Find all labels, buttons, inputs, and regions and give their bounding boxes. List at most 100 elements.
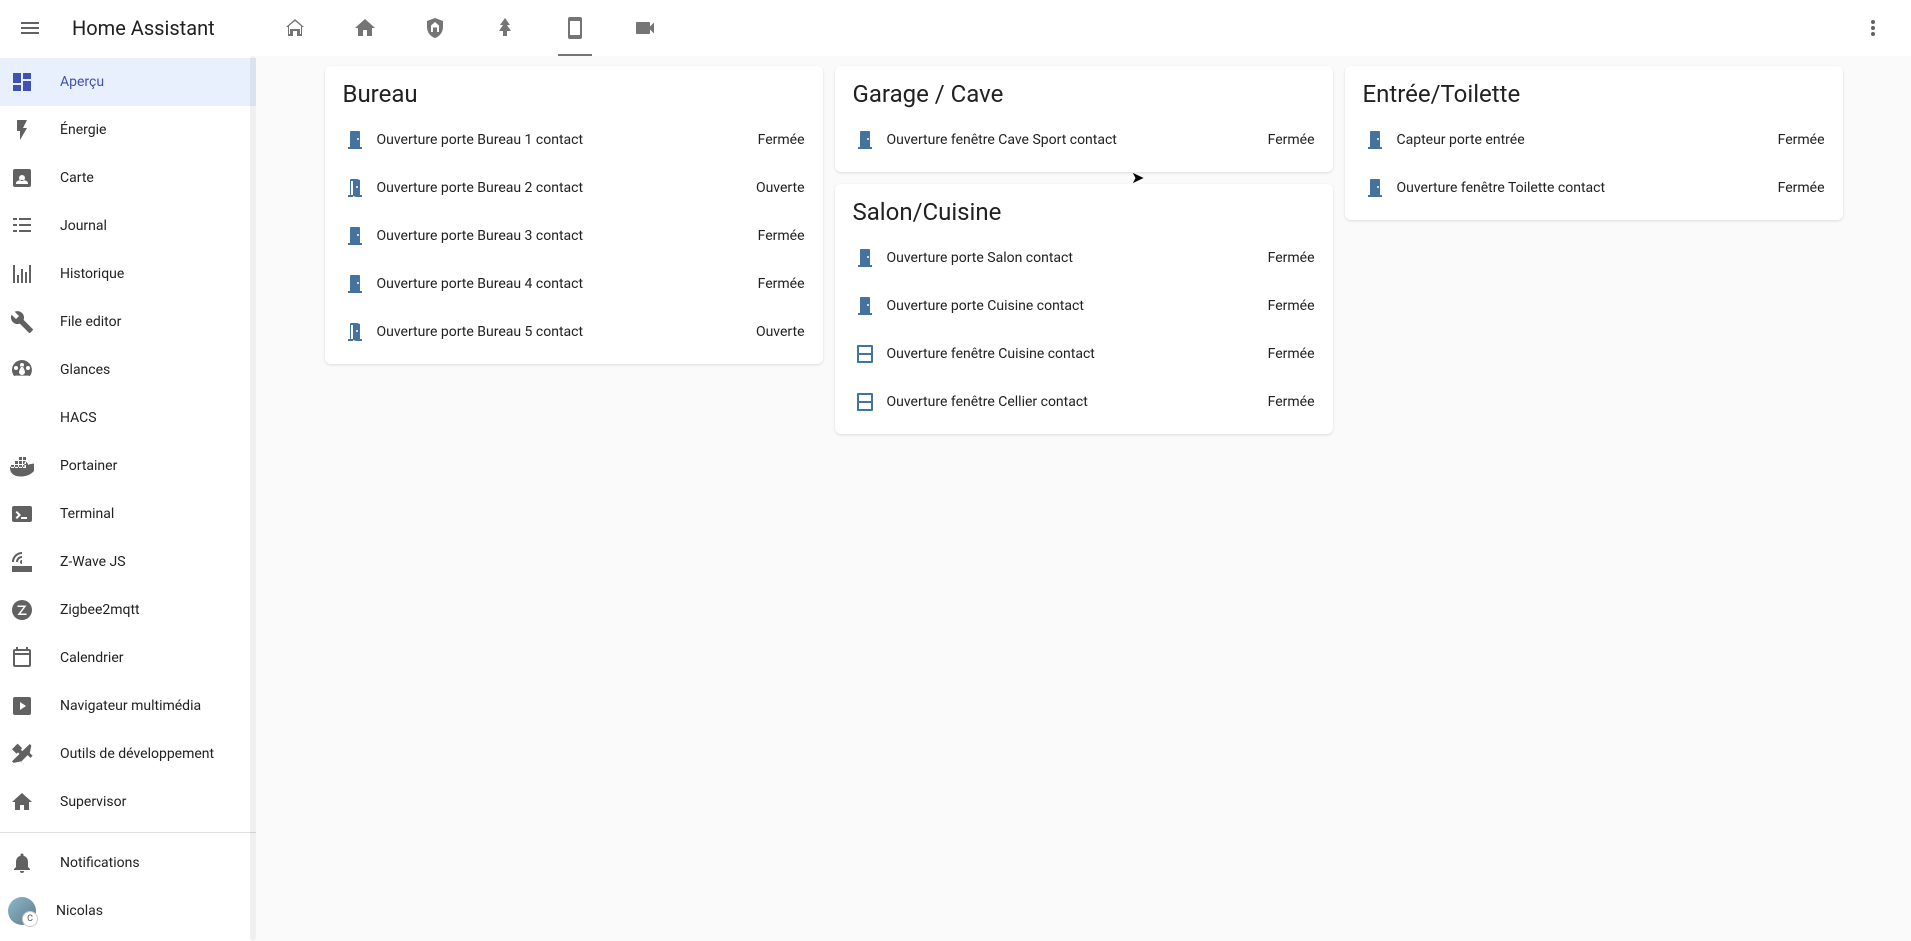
- overflow-menu-button[interactable]: [1853, 8, 1893, 48]
- sidebar-item-label: Énergie: [60, 122, 106, 138]
- sidebar-item-portainer[interactable]: Portainer: [0, 442, 256, 490]
- sidebar-item-zwave[interactable]: Z-Wave JS: [0, 538, 256, 586]
- entity-row[interactable]: Ouverture porte Bureau 3 contact Fermée: [343, 212, 805, 260]
- sidebar-item-media[interactable]: Navigateur multimédia: [0, 682, 256, 730]
- sidebar-item-user[interactable]: Nicolas: [0, 887, 256, 935]
- entity-name: Ouverture fenêtre Cuisine contact: [887, 346, 1268, 362]
- door-open-icon: [343, 176, 377, 200]
- zwave-icon: [10, 550, 34, 574]
- entity-name: Capteur porte entrée: [1397, 132, 1778, 148]
- sidebar-item-label: Glances: [60, 362, 110, 378]
- tab-home[interactable]: [344, 0, 386, 56]
- card-title: Garage / Cave: [853, 80, 1315, 108]
- sidebar-item-journal[interactable]: Journal: [0, 202, 256, 250]
- entity-row[interactable]: Capteur porte entrée Fermée: [1363, 116, 1825, 164]
- home-assistant-icon: [10, 790, 34, 814]
- entity-state: Fermée: [1268, 132, 1315, 148]
- sidebar-item-label: Supervisor: [60, 794, 126, 810]
- entity-row[interactable]: Ouverture fenêtre Cuisine contact Fermée: [853, 330, 1315, 378]
- entity-row[interactable]: Ouverture porte Bureau 4 contact Fermée: [343, 260, 805, 308]
- sidebar-item-label: Historique: [60, 266, 124, 282]
- dots-vertical-icon: [1861, 16, 1885, 40]
- shield-home-icon: [423, 16, 447, 40]
- tree-icon: [493, 16, 517, 40]
- tab-nature[interactable]: [484, 0, 526, 56]
- blank-icon: [10, 406, 34, 430]
- account-box-icon: [10, 166, 34, 190]
- sidebar-item-glances[interactable]: Glances: [0, 346, 256, 394]
- entity-row[interactable]: Ouverture porte Bureau 2 contact Ouverte: [343, 164, 805, 212]
- sidebar-item-label: Calendrier: [60, 650, 124, 666]
- sidebar-item-notifications[interactable]: Notifications: [0, 839, 256, 887]
- sidebar-divider: [0, 832, 256, 833]
- tab-devices[interactable]: [554, 0, 596, 56]
- entity-row[interactable]: Ouverture fenêtre Toilette contact Fermé…: [1363, 164, 1825, 212]
- sidebar-item-calendrier[interactable]: Calendrier: [0, 634, 256, 682]
- window-icon: [853, 390, 887, 414]
- entity-state: Fermée: [758, 228, 805, 244]
- sidebar-item-carte[interactable]: Carte: [0, 154, 256, 202]
- sidebar-item-label: Carte: [60, 170, 94, 186]
- gauge-icon: [10, 358, 34, 382]
- sidebar-item-zigbee[interactable]: Zigbee2mqtt: [0, 586, 256, 634]
- entity-row[interactable]: Ouverture porte Salon contact Fermée: [853, 234, 1315, 282]
- entity-name: Ouverture fenêtre Toilette contact: [1397, 180, 1778, 196]
- tab-security[interactable]: [414, 0, 456, 56]
- entity-state: Fermée: [1268, 298, 1315, 314]
- docker-icon: [10, 454, 34, 478]
- sidebar-item-file-editor[interactable]: File editor: [0, 298, 256, 346]
- entity-state: Fermée: [1778, 180, 1825, 196]
- entity-state: Fermée: [1268, 346, 1315, 362]
- sidebar-item-apercu[interactable]: Aperçu: [0, 58, 256, 106]
- entity-state: Ouverte: [756, 324, 805, 340]
- video-icon: [633, 16, 657, 40]
- door-closed-icon: [1363, 176, 1397, 200]
- column-3: Entrée/Toilette Capteur porte entrée Fer…: [1345, 66, 1843, 220]
- cellphone-icon: [563, 16, 587, 40]
- sidebar-item-hacs[interactable]: HACS: [0, 394, 256, 442]
- entity-row[interactable]: Ouverture porte Bureau 5 contact Ouverte: [343, 308, 805, 356]
- avatar: [8, 897, 36, 925]
- sidebar-item-supervisor[interactable]: Supervisor: [0, 778, 256, 826]
- flash-icon: [10, 118, 34, 142]
- menu-icon[interactable]: [10, 8, 50, 48]
- home-icon: [353, 16, 377, 40]
- hammer-icon: [10, 742, 34, 766]
- entity-state: Ouverte: [756, 180, 805, 196]
- sidebar-item-energie[interactable]: Énergie: [0, 106, 256, 154]
- door-closed-icon: [343, 272, 377, 296]
- dashboard-content: Bureau Ouverture porte Bureau 1 contact …: [256, 56, 1911, 941]
- calendar-icon: [10, 646, 34, 670]
- entity-row[interactable]: Ouverture fenêtre Cellier contact Fermée: [853, 378, 1315, 426]
- entity-state: Fermée: [1778, 132, 1825, 148]
- entity-name: Ouverture porte Bureau 5 contact: [377, 324, 756, 340]
- column-2: Garage / Cave Ouverture fenêtre Cave Spo…: [835, 66, 1333, 434]
- entity-state: Fermée: [758, 276, 805, 292]
- entity-row[interactable]: Ouverture porte Cuisine contact Fermée: [853, 282, 1315, 330]
- tab-home-assistant[interactable]: [274, 0, 316, 56]
- sidebar-item-label: Zigbee2mqtt: [60, 602, 140, 618]
- tab-video[interactable]: [624, 0, 666, 56]
- door-closed-icon: [343, 224, 377, 248]
- entity-row[interactable]: Ouverture fenêtre Cave Sport contact Fer…: [853, 116, 1315, 164]
- sidebar-item-label: Journal: [60, 218, 107, 234]
- entity-state: Fermée: [1268, 394, 1315, 410]
- sidebar-item-terminal[interactable]: Terminal: [0, 490, 256, 538]
- entity-row[interactable]: Ouverture porte Bureau 1 contact Fermée: [343, 116, 805, 164]
- column-1: Bureau Ouverture porte Bureau 1 contact …: [325, 66, 823, 364]
- sidebar-item-label: Aperçu: [60, 74, 104, 90]
- entity-name: Ouverture porte Bureau 4 contact: [377, 276, 758, 292]
- topbar: [256, 0, 1911, 56]
- entity-name: Ouverture porte Salon contact: [887, 250, 1268, 266]
- sidebar-item-devtools[interactable]: Outils de développement: [0, 730, 256, 778]
- app-title: Home Assistant: [72, 16, 215, 40]
- entity-name: Ouverture porte Bureau 1 contact: [377, 132, 758, 148]
- entity-name: Ouverture fenêtre Cellier contact: [887, 394, 1268, 410]
- wrench-icon: [10, 310, 34, 334]
- sidebar-item-historique[interactable]: Historique: [0, 250, 256, 298]
- bell-icon: [10, 851, 34, 875]
- card-title: Entrée/Toilette: [1363, 80, 1825, 108]
- entity-state: Fermée: [758, 132, 805, 148]
- sidebar-header: Home Assistant: [0, 0, 256, 56]
- entity-name: Ouverture fenêtre Cave Sport contact: [887, 132, 1268, 148]
